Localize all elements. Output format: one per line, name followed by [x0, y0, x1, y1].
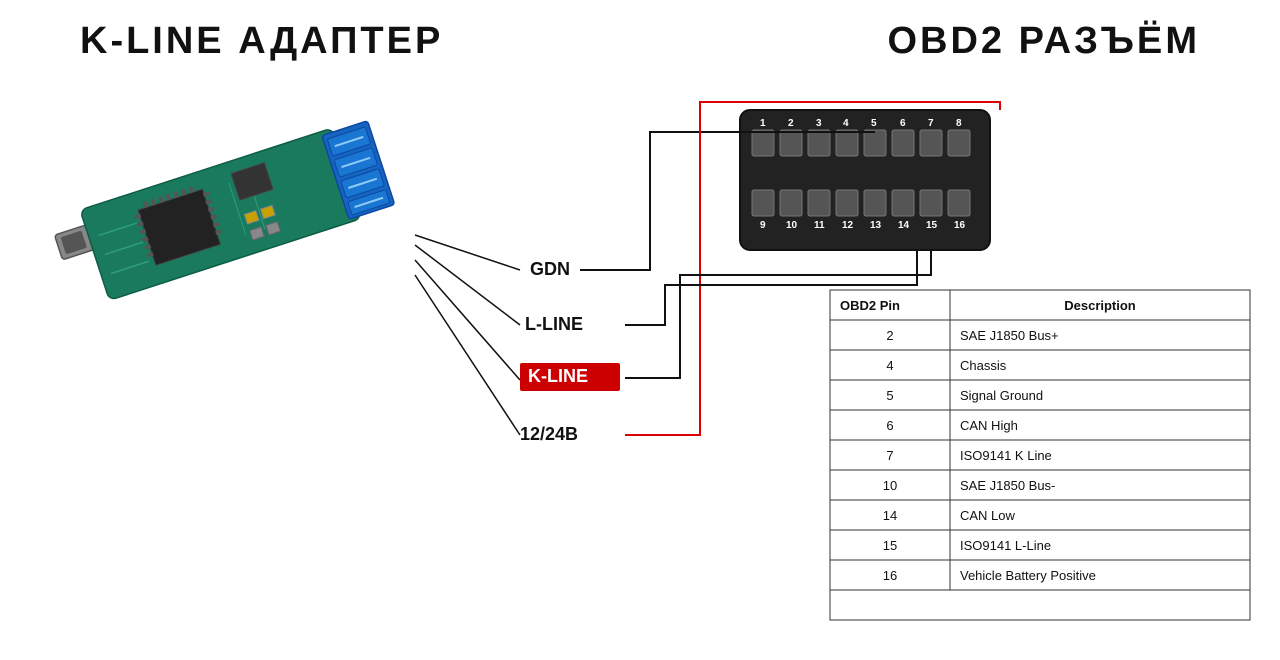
svg-text:2: 2	[886, 328, 893, 343]
svg-text:K-LINE: K-LINE	[528, 366, 588, 386]
svg-text:13: 13	[870, 220, 882, 231]
svg-text:11: 11	[814, 220, 825, 231]
svg-text:3: 3	[816, 118, 822, 129]
diagram-svg: GDN L-LINE K-LINE 12/24В 1 2 3 4 5	[0, 60, 1280, 640]
main-container: K-LINE АДАПТЕР OBD2 РАЗЪЁМ	[0, 0, 1280, 660]
svg-text:5: 5	[886, 388, 893, 403]
svg-text:ISO9141 L-Line: ISO9141 L-Line	[960, 538, 1051, 553]
title-left: K-LINE АДАПТЕР	[80, 20, 443, 63]
svg-text:Description: Description	[1064, 298, 1136, 313]
svg-text:15: 15	[883, 538, 897, 553]
svg-text:14: 14	[883, 508, 897, 523]
svg-text:1: 1	[760, 118, 766, 129]
svg-text:7: 7	[886, 448, 893, 463]
svg-text:OBD2 Pin: OBD2 Pin	[840, 298, 900, 313]
svg-text:12: 12	[842, 220, 854, 231]
svg-text:SAE J1850 Bus+: SAE J1850 Bus+	[960, 328, 1059, 343]
svg-text:ISO9141 K Line: ISO9141 K Line	[960, 448, 1052, 463]
svg-text:7: 7	[928, 118, 934, 129]
svg-text:SAE J1850 Bus-: SAE J1850 Bus-	[960, 478, 1055, 493]
svg-text:5: 5	[871, 118, 877, 129]
svg-text:6: 6	[886, 418, 893, 433]
svg-text:16: 16	[883, 568, 897, 583]
svg-text:10: 10	[883, 478, 897, 493]
svg-text:6: 6	[900, 118, 906, 129]
svg-text:Vehicle Battery Positive: Vehicle Battery Positive	[960, 568, 1096, 583]
svg-text:4: 4	[843, 118, 849, 129]
svg-text:GDN: GDN	[530, 259, 570, 279]
svg-text:9: 9	[760, 220, 766, 231]
svg-text:CAN Low: CAN Low	[960, 508, 1016, 523]
svg-text:16: 16	[954, 220, 966, 231]
svg-text:15: 15	[926, 220, 938, 231]
svg-text:Signal Ground: Signal Ground	[960, 388, 1043, 403]
svg-text:10: 10	[786, 220, 798, 231]
svg-text:8: 8	[956, 118, 962, 129]
svg-text:CAN High: CAN High	[960, 418, 1018, 433]
svg-text:4: 4	[886, 358, 893, 373]
svg-text:12/24В: 12/24В	[520, 424, 578, 444]
svg-text:L-LINE: L-LINE	[525, 314, 583, 334]
title-right: OBD2 РАЗЪЁМ	[887, 20, 1200, 63]
svg-text:14: 14	[898, 220, 910, 231]
svg-text:2: 2	[788, 118, 794, 129]
svg-text:Chassis: Chassis	[960, 358, 1007, 373]
